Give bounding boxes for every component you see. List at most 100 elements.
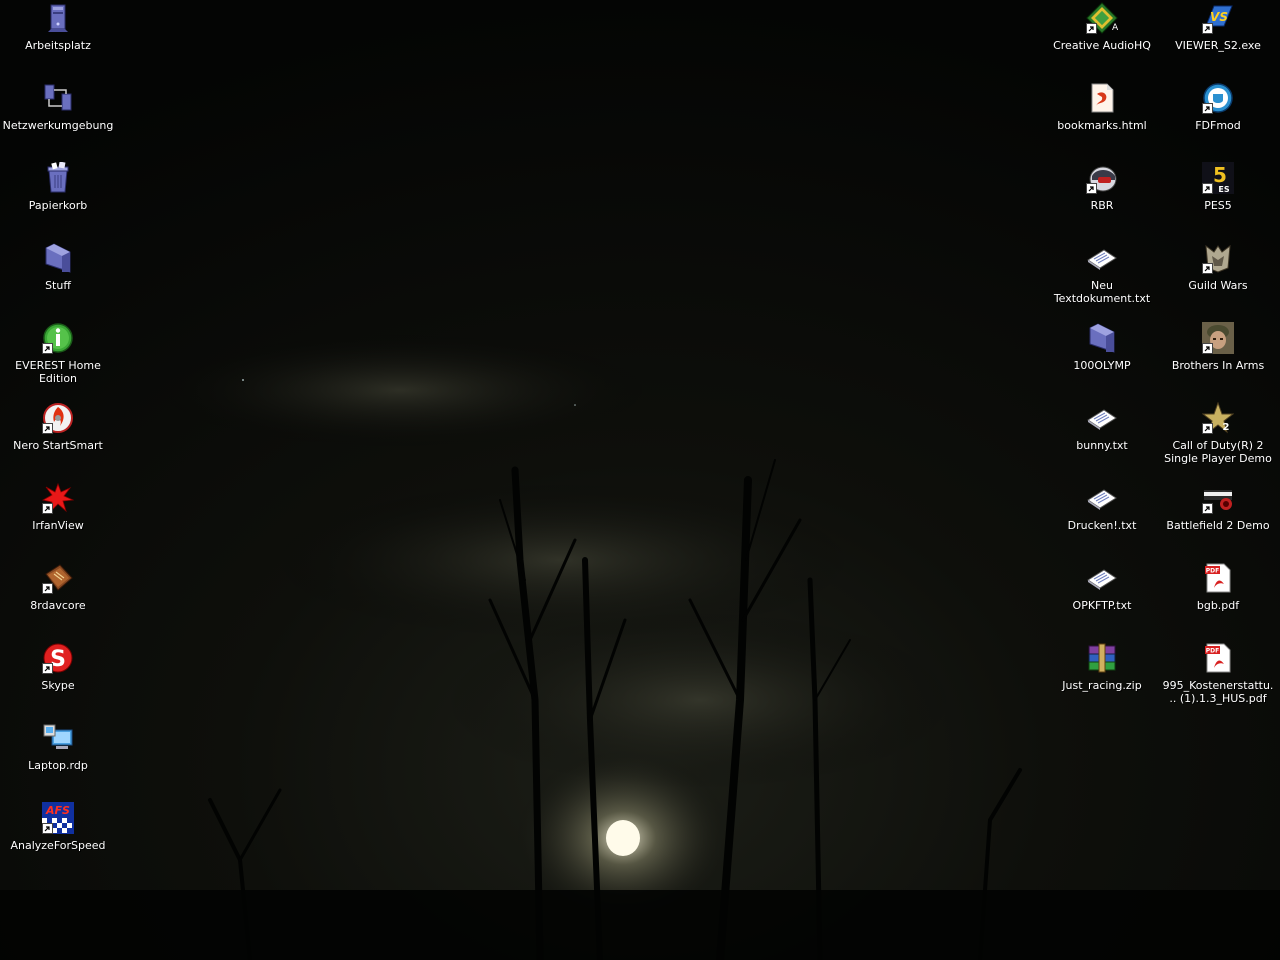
text-file-icon — [1086, 482, 1118, 514]
desktop-icon-neu-textdokument[interactable]: Neu Textdokument.txt — [1044, 240, 1160, 316]
desktop-icon-nero[interactable]: Nero StartSmart — [0, 400, 116, 476]
desktop-icon-just-racing-zip[interactable]: Just_racing.zip — [1044, 640, 1160, 716]
shortcut-arrow-icon — [1202, 423, 1213, 434]
icon-label: Netzwerkumgebung — [2, 119, 114, 132]
viewer-exe-icon: VS — [1202, 2, 1234, 34]
icon-label: 100OLYMP — [1073, 359, 1131, 372]
shortcut-arrow-icon — [42, 663, 53, 674]
svg-text:A: A — [1112, 23, 1118, 33]
desktop-icon-bookmarks-html[interactable]: bookmarks.html — [1044, 80, 1160, 156]
html-file-icon — [1086, 82, 1118, 114]
folder-icon — [42, 242, 74, 274]
desktop-icon-kostenerstattung-pdf[interactable]: PDF 995_Kostenerstattu... (1).1.3_HUS.pd… — [1160, 640, 1276, 716]
desktop-icon-100olymp[interactable]: 100OLYMP — [1044, 320, 1160, 396]
svg-text:ES: ES — [1218, 185, 1229, 194]
afs-icon: AFS — [42, 802, 74, 834]
desktop-icon-stuff[interactable]: Stuff — [0, 240, 116, 316]
icon-label: FDFmod — [1195, 119, 1241, 132]
irfanview-icon — [42, 482, 74, 514]
shortcut-arrow-icon — [42, 503, 53, 514]
icon-label: Guild Wars — [1188, 279, 1248, 292]
icon-label: RBR — [1090, 199, 1114, 212]
desktop-icon-analyzeforspeed[interactable]: AFS AnalyzeForSpeed — [0, 800, 116, 876]
shortcut-arrow-icon — [42, 823, 53, 834]
desktop-icon-guild-wars[interactable]: Guild Wars — [1160, 240, 1276, 316]
icon-label: PES5 — [1204, 199, 1232, 212]
shortcut-arrow-icon — [1202, 103, 1213, 114]
shortcut-arrow-icon — [1202, 263, 1213, 274]
desktop-icon-everest[interactable]: EVEREST Home Edition — [0, 320, 116, 396]
icon-label: 8rdavcore — [30, 599, 86, 612]
icon-label: Skype — [41, 679, 75, 692]
network-places-icon — [42, 82, 74, 114]
guild-wars-icon — [1202, 242, 1234, 274]
call-of-duty-icon: 2 — [1202, 402, 1234, 434]
desktop-icon-laptop-rdp[interactable]: Laptop.rdp — [0, 720, 116, 796]
fdfmod-icon — [1202, 82, 1234, 114]
icon-label: Laptop.rdp — [28, 759, 88, 772]
pdf-file-icon: PDF — [1202, 642, 1234, 674]
rbr-icon — [1086, 162, 1118, 194]
icon-label: bookmarks.html — [1057, 119, 1147, 132]
desktop-icon-pes5[interactable]: 5 ES PES5 — [1160, 160, 1276, 236]
pes5-icon: 5 ES — [1202, 162, 1234, 194]
desktop-icon-fdfmod[interactable]: FDFmod — [1160, 80, 1276, 156]
icon-label: Creative AudioHQ — [1053, 39, 1151, 52]
recycle-bin-icon — [42, 162, 74, 194]
shortcut-arrow-icon — [42, 343, 53, 354]
svg-text:2: 2 — [1223, 422, 1230, 433]
desktop-icon-creative-audiohq[interactable]: A Creative AudioHQ — [1044, 0, 1160, 76]
desktop-icon-call-of-duty-2[interactable]: 2 Call of Duty(R) 2 Single Player Demo — [1160, 400, 1276, 476]
svg-text:AFS: AFS — [45, 804, 70, 817]
svg-text:PDF: PDF — [1206, 648, 1219, 655]
icon-label: VIEWER_S2.exe — [1175, 39, 1261, 52]
shortcut-arrow-icon — [42, 583, 53, 594]
remote-desktop-icon — [42, 722, 74, 754]
text-file-icon — [1086, 242, 1118, 274]
shortcut-arrow-icon — [1202, 343, 1213, 354]
icon-label: OPKFTP.txt — [1072, 599, 1132, 612]
desktop-icon-battlefield-2[interactable]: Battlefield 2 Demo — [1160, 480, 1276, 556]
my-computer-icon — [42, 2, 74, 34]
desktop-icon-bunny-txt[interactable]: bunny.txt — [1044, 400, 1160, 476]
svg-text:5: 5 — [1213, 163, 1227, 187]
everest-icon — [42, 322, 74, 354]
desktop-icon-papierkorb[interactable]: Papierkorb — [0, 160, 116, 236]
icon-label: Nero StartSmart — [13, 439, 103, 452]
icon-label: IrfanView — [32, 519, 84, 532]
desktop-icon-skype[interactable]: S Skype — [0, 640, 116, 716]
brothers-in-arms-icon — [1202, 322, 1234, 354]
svg-text:VS: VS — [1210, 10, 1228, 24]
icon-label: Stuff — [45, 279, 71, 292]
shortcut-arrow-icon — [1086, 23, 1097, 34]
desktop-icon-netzwerkumgebung[interactable]: Netzwerkumgebung — [0, 80, 116, 156]
winrar-archive-icon — [1086, 642, 1118, 674]
icon-label: AnalyzeForSpeed — [10, 839, 106, 852]
icon-label: bgb.pdf — [1196, 599, 1240, 612]
shortcut-arrow-icon — [1202, 23, 1213, 34]
desktop[interactable]: Arbeitsplatz Netzwerkumgebung Papierkorb… — [0, 0, 1280, 960]
shortcut-arrow-icon — [42, 423, 53, 434]
icon-label: Call of Duty(R) 2 Single Player Demo — [1164, 439, 1272, 465]
desktop-icon-brothers-in-arms[interactable]: Brothers In Arms — [1160, 320, 1276, 396]
skype-icon: S — [42, 642, 74, 674]
icon-label: bunny.txt — [1076, 439, 1128, 452]
icon-label: Brothers In Arms — [1171, 359, 1265, 372]
battlefield-icon — [1202, 482, 1234, 514]
creative-audiohq-icon: A — [1086, 2, 1118, 34]
desktop-icon-bgb-pdf[interactable]: PDF bgb.pdf — [1160, 560, 1276, 636]
icon-label: 995_Kostenerstattu... (1).1.3_HUS.pdf — [1162, 679, 1274, 705]
desktop-icon-8rdavcore[interactable]: 8rdavcore — [0, 560, 116, 636]
icon-label: Just_racing.zip — [1062, 679, 1142, 692]
nero-icon — [42, 402, 74, 434]
desktop-icon-opkftp-txt[interactable]: OPKFTP.txt — [1044, 560, 1160, 636]
desktop-icon-rbr[interactable]: RBR — [1044, 160, 1160, 236]
text-file-icon — [1086, 562, 1118, 594]
desktop-icon-viewer-s2-exe[interactable]: VS VIEWER_S2.exe — [1160, 0, 1276, 76]
shortcut-arrow-icon — [1202, 183, 1213, 194]
desktop-icon-irfanview[interactable]: IrfanView — [0, 480, 116, 556]
desktop-icon-drucken-txt[interactable]: Drucken!.txt — [1044, 480, 1160, 556]
desktop-icon-arbeitsplatz[interactable]: Arbeitsplatz — [0, 0, 116, 76]
text-file-icon — [1086, 402, 1118, 434]
shortcut-arrow-icon — [1202, 503, 1213, 514]
